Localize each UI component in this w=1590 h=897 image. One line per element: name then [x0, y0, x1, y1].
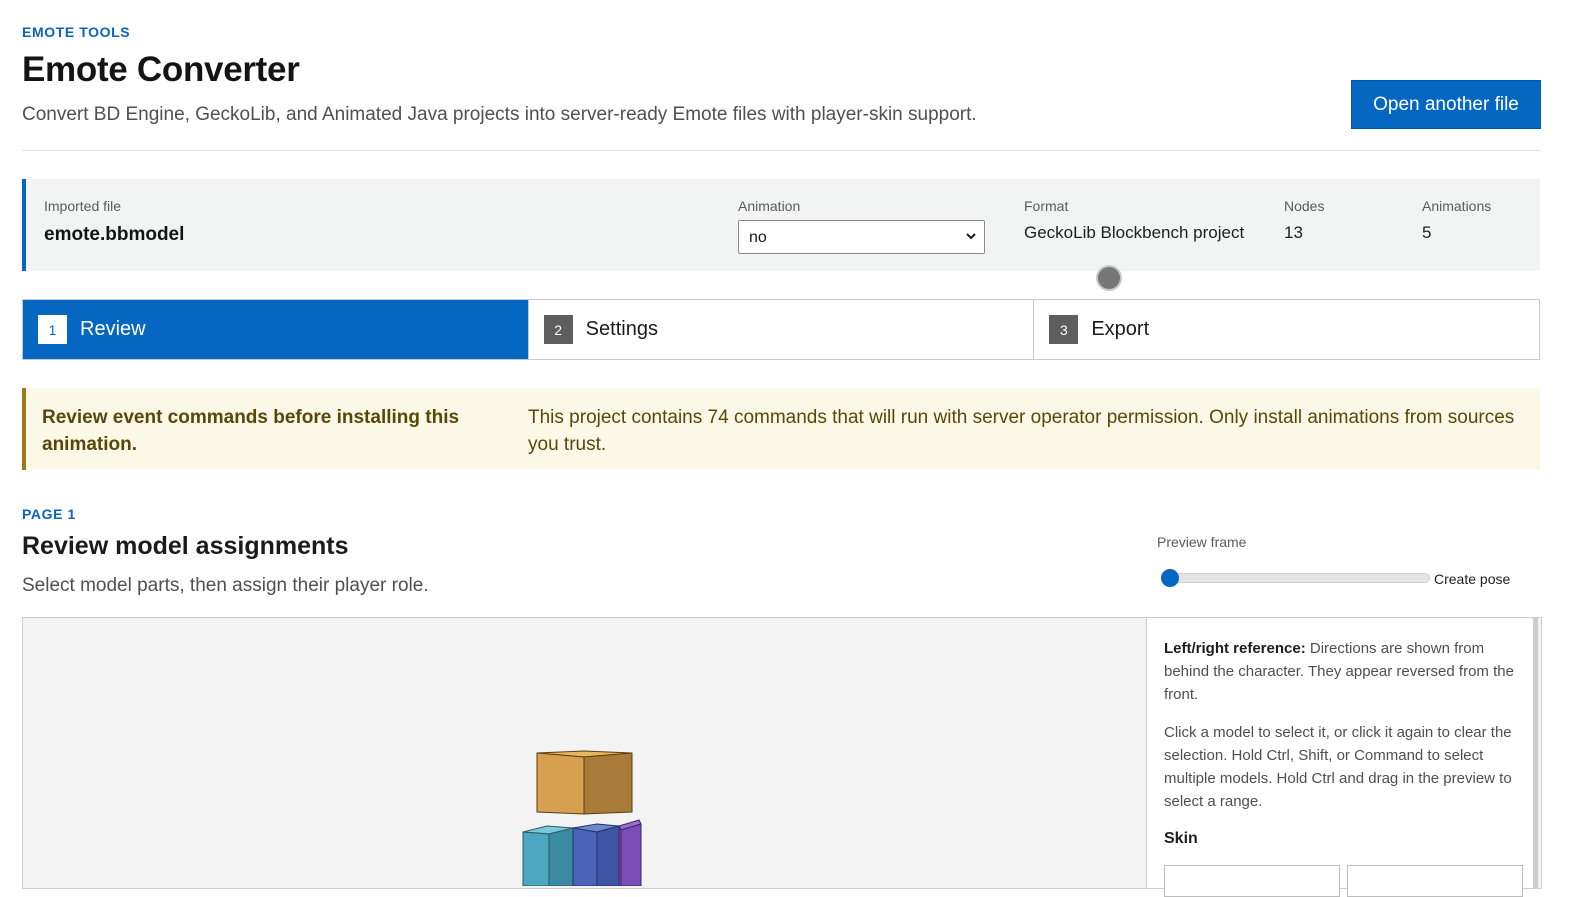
create-pose-label[interactable]: Create pose — [1434, 571, 1510, 587]
model-render[interactable] — [513, 746, 653, 886]
page-subtitle: Convert BD Engine, GeckoLib, and Animate… — [22, 104, 977, 125]
skin-option-b[interactable] — [1347, 865, 1523, 897]
section-subtitle: Select model parts, then assign their pl… — [22, 575, 429, 596]
animations-label: Animations — [1422, 198, 1492, 214]
step-tabs: 1 Review 2 Settings 3 Export — [22, 299, 1540, 360]
app-eyebrow: EMOTE TOOLS — [22, 24, 131, 40]
side-panel-scrollbar[interactable] — [1533, 618, 1538, 888]
imported-file-value: emote.bbmodel — [44, 224, 185, 245]
head-model[interactable] — [536, 750, 633, 815]
step-number: 3 — [1049, 315, 1079, 344]
format-value: GeckoLib Blockbench project — [1024, 223, 1245, 242]
page-eyebrow: PAGE 1 — [22, 506, 76, 522]
preview-frame-label: Preview frame — [1157, 534, 1247, 550]
imported-file-label: Imported file — [44, 198, 122, 214]
step-label: Review — [80, 318, 146, 340]
step-label: Export — [1091, 318, 1150, 340]
preview-frame-slider-thumb[interactable] — [1161, 569, 1179, 587]
tab-settings[interactable]: 2 Settings — [528, 300, 1035, 359]
open-another-file-button[interactable]: Open another file — [1351, 80, 1541, 129]
preview-frame-slider[interactable] — [1163, 573, 1430, 583]
step-number: 2 — [543, 315, 573, 344]
animation-select-wrapper[interactable]: no — [738, 220, 985, 254]
page-title: Emote Converter — [22, 50, 300, 89]
body-model[interactable] — [522, 819, 642, 886]
warning-body: This project contains 74 commands that w… — [528, 407, 1515, 455]
cursor-indicator-icon — [1096, 265, 1122, 291]
animation-select[interactable]: no — [738, 220, 985, 254]
nodes-label: Nodes — [1284, 198, 1325, 214]
warning-title: Review event commands before installing … — [42, 407, 460, 455]
file-info-bar: Imported file emote.bbmodel Animation no… — [22, 179, 1540, 271]
model-preview[interactable]: Left/right reference: Directions are sho… — [22, 617, 1542, 897]
header-divider — [22, 150, 1540, 151]
nodes-value: 13 — [1284, 223, 1303, 242]
animation-label: Animation — [738, 198, 801, 214]
selection-instructions: Click a model to select it, or click it … — [1164, 724, 1512, 810]
step-label: Settings — [585, 318, 658, 340]
left-right-reference-note: Left/right reference: Directions are sho… — [1164, 637, 1516, 706]
animations-value: 5 — [1422, 223, 1432, 242]
format-label: Format — [1024, 198, 1069, 214]
assignment-side-panel: Left/right reference: Directions are sho… — [1146, 618, 1537, 897]
skin-option-a[interactable] — [1164, 865, 1340, 897]
skin-label: Skin — [1164, 830, 1198, 847]
command-warning: Review event commands before installing … — [22, 388, 1540, 470]
step-number: 1 — [38, 315, 67, 344]
tab-export[interactable]: 3 Export — [1034, 300, 1540, 359]
reference-title: Left/right reference: — [1164, 640, 1306, 657]
section-title: Review model assignments — [22, 532, 349, 560]
tab-review[interactable]: 1 Review — [23, 300, 529, 359]
